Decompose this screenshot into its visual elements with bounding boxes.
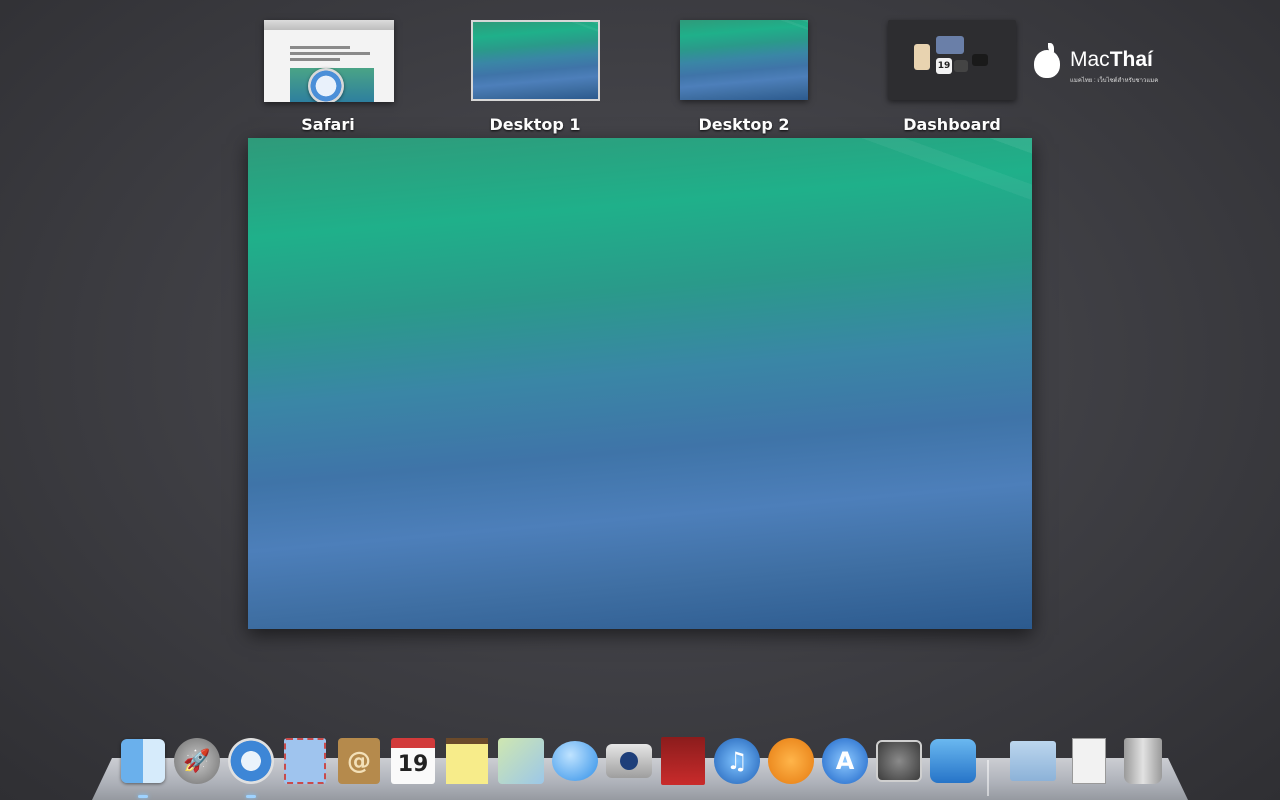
messages-icon[interactable] xyxy=(550,736,600,786)
headline-line xyxy=(290,46,350,49)
ibooks-icon[interactable] xyxy=(766,736,816,786)
photo-booth-icon[interactable] xyxy=(658,736,708,786)
dock-separator xyxy=(987,760,989,796)
app-store-icon[interactable]: A xyxy=(820,736,870,786)
space-thumbnail-desktop-1[interactable] xyxy=(471,20,600,101)
calendar-icon[interactable]: 19 xyxy=(388,736,438,786)
widget-icon xyxy=(972,54,988,66)
space-label-desktop-2: Desktop 2 xyxy=(698,115,790,134)
notes-icon[interactable] xyxy=(442,736,492,786)
finder-icon[interactable] xyxy=(118,736,168,786)
space-thumbnail-safari[interactable] xyxy=(264,20,394,102)
browser-toolbar xyxy=(264,20,394,30)
launchpad-icon[interactable]: 🚀 xyxy=(172,736,222,786)
weather-widget xyxy=(936,36,964,54)
current-desktop-preview[interactable] xyxy=(248,138,1032,629)
itunes-icon[interactable]: ♫ xyxy=(712,736,762,786)
facetime-icon[interactable] xyxy=(604,736,654,786)
clock-widget xyxy=(954,60,968,72)
safari-app-icon xyxy=(308,68,344,102)
maps-icon[interactable] xyxy=(496,736,546,786)
safari-running-indicator xyxy=(246,795,256,798)
space-thumbnail-dashboard[interactable]: 19 xyxy=(888,20,1016,100)
downloads-stack-icon[interactable] xyxy=(1064,736,1114,786)
mail-icon[interactable] xyxy=(280,736,330,786)
trash-icon[interactable] xyxy=(1118,736,1168,786)
headline-line xyxy=(290,52,370,55)
documents-folder-icon[interactable] xyxy=(1008,736,1058,786)
space-label-desktop-1: Desktop 1 xyxy=(489,115,581,134)
logo-brand: MacThaí xyxy=(1070,48,1153,71)
macthai-logo: MacThaí แมคไทย : เว็บไซต์สำหรับชาวแมค xyxy=(1034,43,1174,88)
headline-line xyxy=(290,58,340,61)
system-preferences-icon[interactable] xyxy=(874,736,924,786)
apple-logo-icon xyxy=(1034,43,1060,78)
space-label-safari: Safari xyxy=(301,115,355,134)
space-label-dashboard: Dashboard xyxy=(903,115,1001,134)
space-thumbnail-desktop-2[interactable] xyxy=(680,20,808,100)
contacts-icon[interactable]: @ xyxy=(334,736,384,786)
safari-icon[interactable] xyxy=(226,736,276,786)
twitter-icon[interactable] xyxy=(928,736,978,786)
calendar-widget: 19 xyxy=(936,58,952,74)
finder-running-indicator xyxy=(138,795,148,798)
logo-tagline: แมคไทย : เว็บไซต์สำหรับชาวแมค xyxy=(1070,78,1159,84)
calculator-widget xyxy=(914,44,930,70)
